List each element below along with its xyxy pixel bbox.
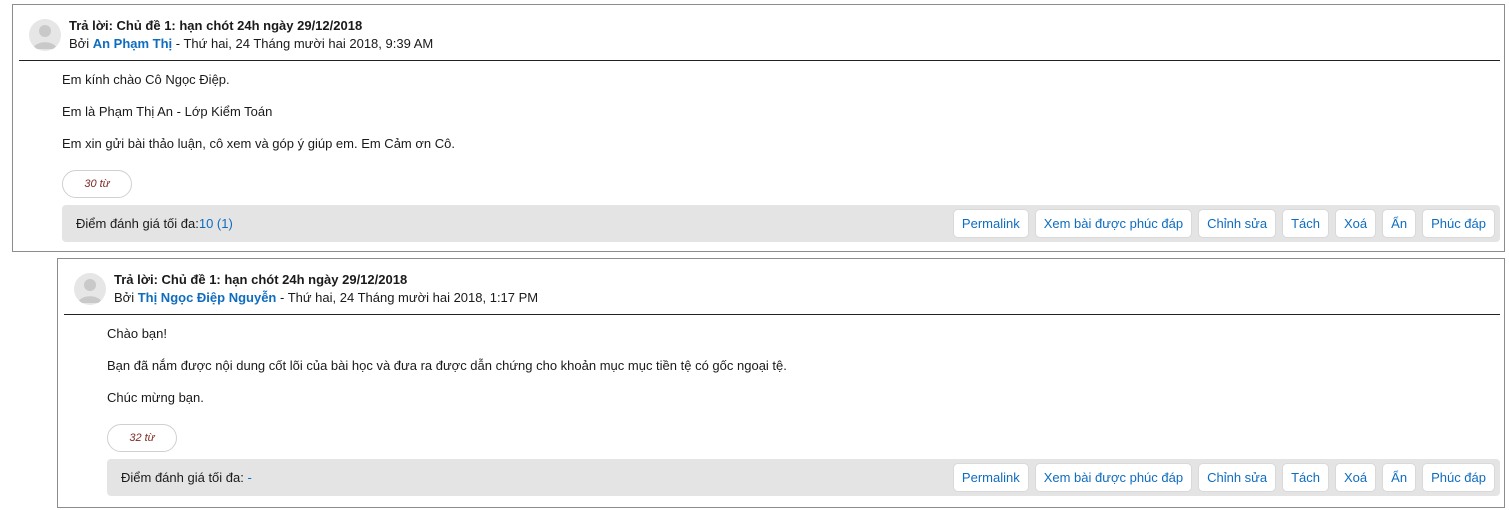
post-date: - Thứ hai, 24 Tháng mười hai 2018, 1:17 … (276, 290, 539, 305)
word-count-badge: 32 từ (107, 424, 177, 452)
post-actions: Permalink Xem bài được phúc đáp Chỉnh sử… (952, 463, 1495, 492)
show-parent-button[interactable]: Xem bài được phúc đáp (1034, 209, 1193, 238)
word-count-badge: 30 từ (62, 170, 132, 198)
reply-button[interactable]: Phúc đáp (1422, 463, 1495, 492)
post-paragraph: Bạn đã nắm được nội dung cốt lõi của bài… (107, 358, 787, 373)
permalink-button[interactable]: Permalink (952, 209, 1029, 238)
rating-value-link[interactable]: - (247, 470, 251, 485)
hide-button[interactable]: Ẩn (1382, 209, 1417, 238)
post-paragraph: Em là Phạm Thị An - Lớp Kiểm Toán (62, 104, 273, 119)
edit-button[interactable]: Chỉnh sửa (1198, 463, 1277, 492)
post-footer: Điểm đánh giá tối đa: - Permalink Xem bà… (107, 459, 1500, 496)
rating-label: Điểm đánh giá tối đa: (121, 470, 248, 485)
edit-button[interactable]: Chỉnh sửa (1198, 209, 1277, 238)
rating-display: Điểm đánh giá tối đa:10 (1) (76, 216, 233, 231)
post-actions: Permalink Xem bài được phúc đáp Chỉnh sử… (952, 209, 1495, 238)
rating-label: Điểm đánh giá tối đa: (76, 216, 199, 231)
by-prefix: Bởi (69, 36, 93, 51)
post-content: Em kính chào Cô Ngọc Điệp. Em là Phạm Th… (62, 73, 455, 169)
post-byline: Bởi Thị Ngọc Điệp Nguyễn - Thứ hai, 24 T… (114, 290, 538, 305)
delete-button[interactable]: Xoá (1335, 209, 1377, 238)
post-paragraph: Em xin gửi bài thảo luận, cô xem và góp … (62, 136, 455, 151)
post-footer: Điểm đánh giá tối đa:10 (1) Permalink Xe… (62, 205, 1500, 242)
post-subject: Trả lời: Chủ đề 1: hạn chót 24h ngày 29/… (114, 272, 408, 287)
author-link[interactable]: An Phạm Thị (93, 36, 172, 51)
forum-post-reply: Trả lời: Chủ đề 1: hạn chót 24h ngày 29/… (57, 258, 1505, 508)
post-paragraph: Chào bạn! (107, 326, 167, 341)
post-byline: Bởi An Phạm Thị - Thứ hai, 24 Tháng mười… (69, 36, 433, 51)
header-divider (64, 314, 1500, 315)
user-avatar-icon[interactable] (74, 273, 106, 305)
permalink-button[interactable]: Permalink (952, 463, 1029, 492)
reply-button[interactable]: Phúc đáp (1422, 209, 1495, 238)
split-button[interactable]: Tách (1282, 209, 1330, 238)
header-divider (19, 60, 1500, 61)
post-date: - Thứ hai, 24 Tháng mười hai 2018, 9:39 … (172, 36, 434, 51)
hide-button[interactable]: Ẩn (1382, 463, 1417, 492)
author-link[interactable]: Thị Ngọc Điệp Nguyễn (138, 290, 277, 305)
forum-post: Trả lời: Chủ đề 1: hạn chót 24h ngày 29/… (12, 4, 1505, 252)
show-parent-button[interactable]: Xem bài được phúc đáp (1034, 463, 1193, 492)
rating-value-link[interactable]: 10 (1) (199, 216, 233, 231)
post-paragraph: Chúc mừng bạn. (107, 390, 204, 405)
post-paragraph: Em kính chào Cô Ngọc Điệp. (62, 72, 230, 87)
delete-button[interactable]: Xoá (1335, 463, 1377, 492)
post-subject: Trả lời: Chủ đề 1: hạn chót 24h ngày 29/… (69, 18, 363, 33)
post-content: Chào bạn! Bạn đã nắm được nội dung cốt l… (107, 327, 787, 423)
split-button[interactable]: Tách (1282, 463, 1330, 492)
rating-display: Điểm đánh giá tối đa: - (121, 470, 252, 485)
user-avatar-icon[interactable] (29, 19, 61, 51)
by-prefix: Bởi (114, 290, 138, 305)
